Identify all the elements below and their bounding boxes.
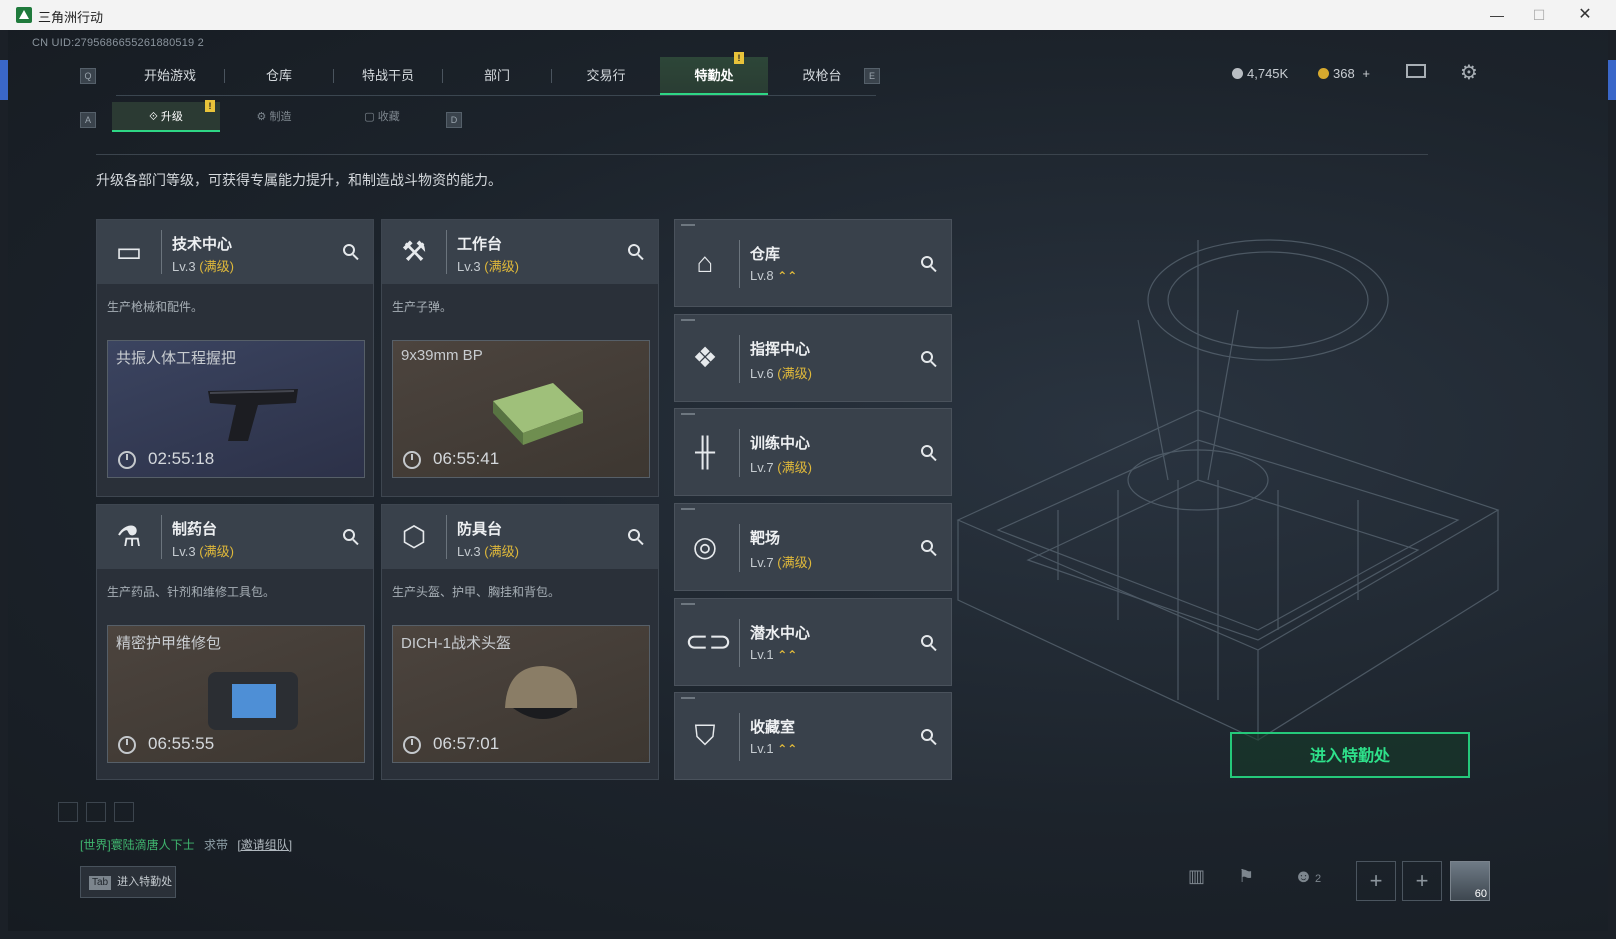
header-divider: [96, 154, 1428, 155]
add-gold-button[interactable]: +: [1362, 66, 1370, 81]
production-slot[interactable]: 9x39mm BP 06:55:41: [392, 340, 650, 478]
timer-icon: [403, 736, 421, 754]
subnav-key-left: A: [80, 112, 96, 128]
collection-icon: ⛉: [694, 720, 716, 751]
settings-gear-icon[interactable]: ⚙: [1460, 60, 1478, 85]
timer-icon: [118, 736, 136, 754]
sub-nav: ⟐ 升级 ⚙ 制造 ▢ 收藏: [112, 102, 436, 132]
window-title: 三角洲行动: [38, 10, 104, 25]
search-icon[interactable]: [341, 242, 359, 261]
tab-operators[interactable]: 特战干员: [334, 57, 442, 95]
app-logo-icon: [16, 7, 32, 23]
command-icon: ❖: [692, 342, 718, 373]
dept-card-workbench[interactable]: ⚒ 工作台 Lv.3 (满级) 生产子弹。 9x39mm BP 06:55:41: [381, 219, 659, 497]
grip-item-image: [208, 389, 298, 441]
page-indicator[interactable]: [58, 802, 78, 822]
production-slot[interactable]: 精密护甲维修包 06:55:55: [107, 625, 365, 763]
subnav-badge: !: [205, 100, 215, 112]
monitor-icon: ▭: [115, 236, 143, 267]
dept-card-training-center[interactable]: ╫ 训练中心 Lv.7 (满级): [674, 408, 952, 496]
search-icon[interactable]: [919, 727, 937, 746]
dept-card-tech-center[interactable]: ▭ 技术中心 Lv.3 (满级) 生产枪械和配件。 共振人体工程握把 02:55…: [96, 219, 374, 497]
add-teammate-button[interactable]: +: [1402, 861, 1442, 901]
flag-icon[interactable]: ⚑: [1238, 866, 1254, 887]
microscope-icon: ⚗: [116, 521, 142, 552]
page-indicator[interactable]: [114, 802, 134, 822]
right-edge-accent: [1608, 60, 1616, 100]
enter-special-ops-button[interactable]: 进入特勤处: [1230, 732, 1470, 778]
maximize-button[interactable]: ☐: [1524, 4, 1554, 26]
search-icon[interactable]: [919, 254, 937, 273]
invite-team-link[interactable]: [邀请组队]: [237, 838, 292, 852]
silver-currency[interactable]: 4,745K: [1232, 66, 1288, 81]
dept-card-armor[interactable]: ⬡ 防具台 Lv.3 (满级) 生产头盔、护甲、胸挂和背包。 DICH-1战术头…: [381, 504, 659, 780]
search-icon[interactable]: [626, 527, 644, 546]
dept-card-shooting-range[interactable]: ◎ 靶场 Lv.7 (满级): [674, 503, 952, 591]
hammer-wrench-icon: ⚒: [401, 236, 427, 267]
timer-icon: [118, 451, 136, 469]
left-edge-accent: [0, 60, 8, 100]
gold-coin-icon: [1318, 68, 1329, 79]
mail-icon[interactable]: [1406, 64, 1426, 78]
base-blueprint-illustration: [956, 239, 1500, 741]
friends-icon[interactable]: ☻ 2: [1294, 866, 1321, 887]
target-icon: ◎: [692, 531, 718, 562]
warehouse-icon: ⌂: [696, 247, 714, 278]
tab-gunsmith[interactable]: 改枪台: [768, 57, 876, 95]
production-slot[interactable]: DICH-1战术头盔 06:57:01: [392, 625, 650, 763]
subtab-collection[interactable]: ▢ 收藏: [328, 102, 436, 132]
tab-start-game[interactable]: 开始游戏: [116, 57, 224, 95]
tab-warehouse[interactable]: 仓库: [225, 57, 333, 95]
production-slot[interactable]: 共振人体工程握把 02:55:18: [107, 340, 365, 478]
helmet-image: [505, 666, 578, 719]
dept-card-pharmacy[interactable]: ⚗ 制药台 Lv.3 (满级) 生产药品、针剂和维修工具包。 精密护甲维修包 0…: [96, 504, 374, 780]
upgrade-available-icon: ⌃⌃: [777, 742, 798, 756]
chat-line: [世界]寰陆滴唐人下士 求带 [邀请组队]: [80, 838, 293, 852]
tab-departments[interactable]: 部门: [443, 57, 551, 95]
search-icon[interactable]: [919, 538, 937, 557]
uid-label: CN UID:2795686655261880519 2: [32, 37, 204, 49]
diving-goggles-icon: ⊂⊃: [685, 626, 732, 657]
tab-trade[interactable]: 交易行: [552, 57, 660, 95]
gold-currency[interactable]: 368 +: [1318, 66, 1370, 81]
search-icon[interactable]: [919, 633, 937, 652]
search-icon[interactable]: [626, 242, 644, 261]
subtab-craft[interactable]: ⚙ 制造: [220, 102, 328, 132]
ammo-box-image: [493, 383, 583, 445]
dept-card-diving-center[interactable]: ⊂⊃ 潜水中心 Lv.1 ⌃⌃: [674, 598, 952, 686]
dept-card-command-center[interactable]: ❖ 指挥中心 Lv.6 (满级): [674, 314, 952, 402]
game-viewport: CN UID:2795686655261880519 2 Q 开始游戏 仓库 特…: [8, 30, 1608, 931]
subnav-key-right: D: [446, 112, 462, 128]
window-titlebar: 三角洲行动 — ☐ ✕: [0, 0, 1616, 30]
notification-badge: !: [734, 52, 744, 64]
nav-key-left: Q: [80, 68, 96, 84]
intro-text: 升级各部门等级，可获得专属能力提升，和制造战斗物资的能力。: [96, 172, 502, 188]
silver-coin-icon: [1232, 68, 1243, 79]
dumbbell-icon: ╫: [695, 436, 715, 467]
stats-chart-icon[interactable]: ▥: [1188, 866, 1205, 887]
add-teammate-button[interactable]: +: [1356, 861, 1396, 901]
upgrade-available-icon: ⌃⌃: [777, 269, 798, 283]
nav-key-right: E: [864, 68, 880, 84]
upgrade-available-icon: ⌃⌃: [777, 648, 798, 662]
main-nav: 开始游戏 仓库 特战干员 部门 交易行 特勤处 改枪台: [116, 57, 876, 96]
player-avatar[interactable]: 60: [1450, 861, 1490, 901]
repair-kit-image: [208, 672, 298, 730]
subtab-upgrade[interactable]: ⟐ 升级: [112, 102, 220, 132]
search-icon[interactable]: [341, 527, 359, 546]
armor-blocks-icon: ⬡: [401, 521, 427, 552]
close-button[interactable]: ✕: [1570, 4, 1600, 26]
search-icon[interactable]: [919, 349, 937, 368]
timer-icon: [403, 451, 421, 469]
dept-card-collection-room[interactable]: ⛉ 收藏室 Lv.1 ⌃⌃: [674, 692, 952, 780]
page-indicator[interactable]: [86, 802, 106, 822]
minimize-button[interactable]: —: [1482, 4, 1512, 26]
dept-card-warehouse[interactable]: ⌂ 仓库 Lv.8 ⌃⌃: [674, 219, 952, 307]
tab-shortcut-hint[interactable]: Tab 进入特勤处: [80, 866, 176, 898]
tab-special-ops[interactable]: 特勤处: [660, 57, 768, 95]
search-icon[interactable]: [919, 443, 937, 462]
